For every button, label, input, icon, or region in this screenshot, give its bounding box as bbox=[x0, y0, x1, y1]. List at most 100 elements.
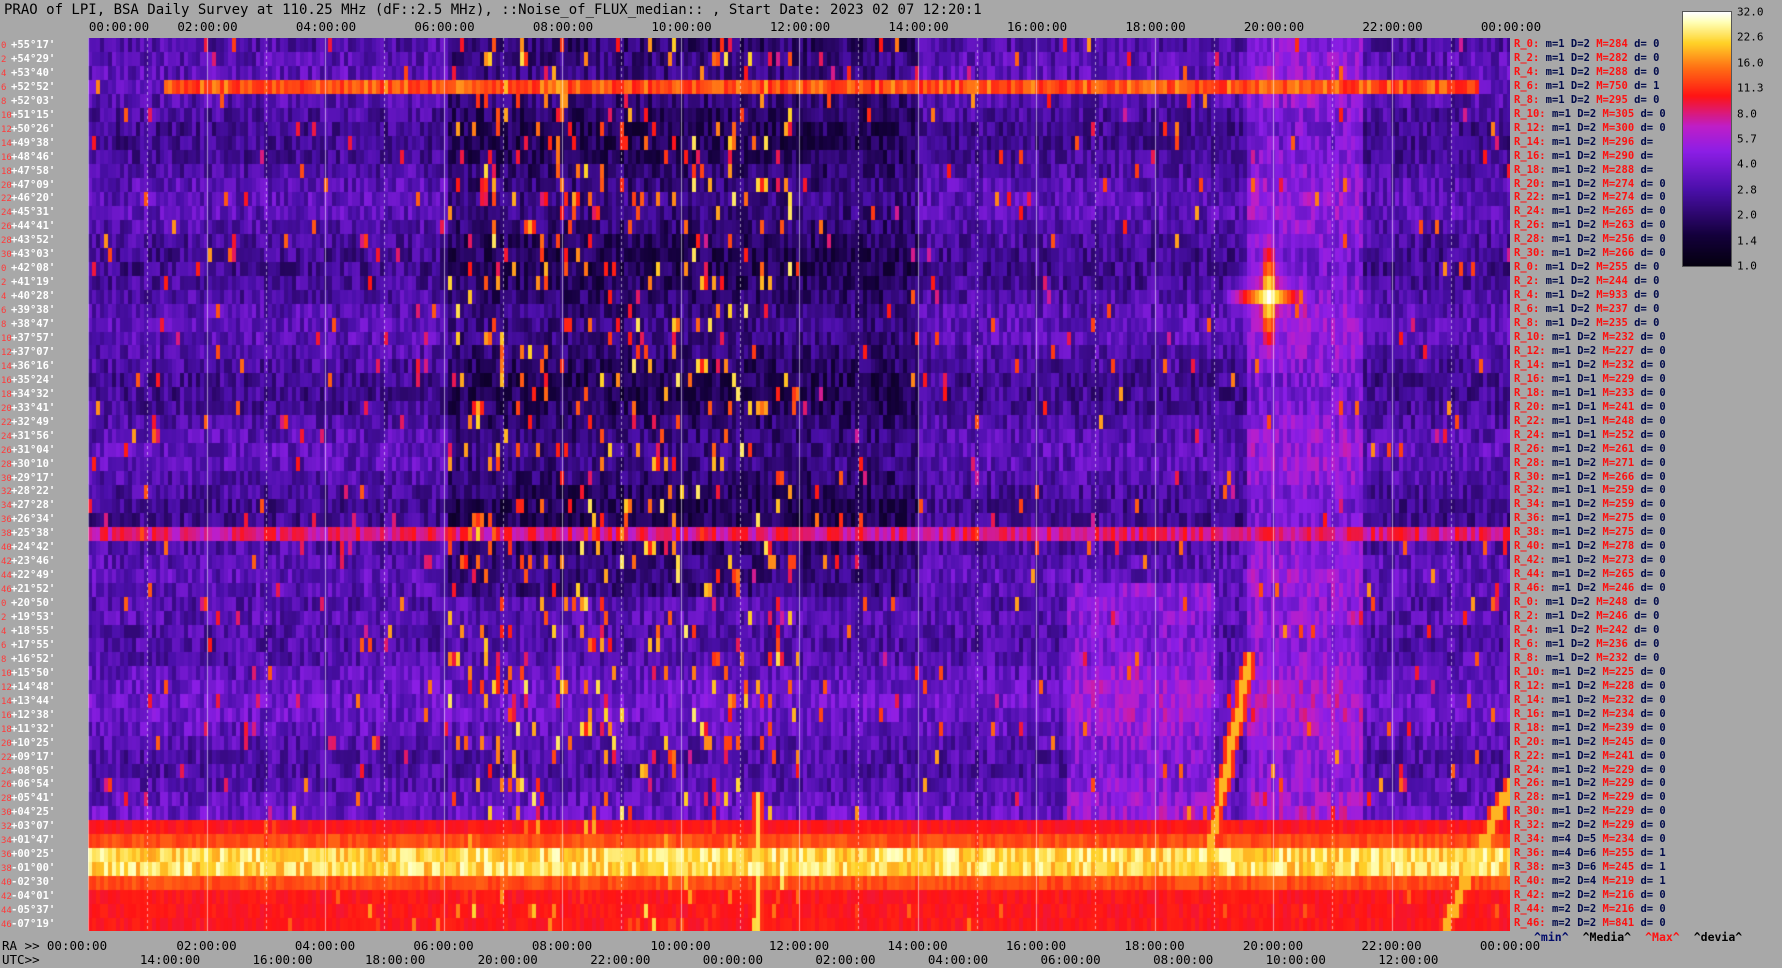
row-stat-part: d= 0 bbox=[1640, 582, 1666, 595]
row-stat-part: M=229 bbox=[1602, 819, 1635, 832]
colorbar-tick-label: 5.7 bbox=[1737, 132, 1757, 146]
row-stat-part: d= 0 bbox=[1634, 275, 1660, 288]
declination-value: -02°30' bbox=[11, 876, 56, 889]
row-stat-part: M=246 bbox=[1602, 582, 1635, 595]
row-stat-part: D=2 bbox=[1570, 303, 1590, 316]
ra-tick-label: 00:00:00 bbox=[46, 938, 108, 953]
row-index: 42 bbox=[1, 892, 12, 903]
row-index: 20 bbox=[1, 180, 12, 191]
declination-value: +38°47' bbox=[11, 318, 56, 331]
row-stat-part: d= 0 bbox=[1640, 805, 1666, 818]
row-stat: R_6: m=1 D=2 M=237 d= 0 bbox=[1514, 303, 1659, 316]
row-stat-part: d= 0 bbox=[1640, 484, 1666, 497]
row-stat: R_38: m=1 D=2 M=275 d= 0 bbox=[1514, 526, 1666, 539]
row-stat-part: M=227 bbox=[1602, 344, 1635, 357]
declination-value: +43°52' bbox=[11, 234, 56, 247]
ra-tick-label: 04:00:00 bbox=[294, 938, 356, 953]
row-stat-part: d= 0 bbox=[1640, 707, 1666, 720]
declination-label: 16+35°24' bbox=[1, 374, 55, 387]
row-index: 26 bbox=[1, 222, 12, 233]
row-stat-part: m=1 bbox=[1545, 637, 1565, 650]
ra-tick-label: 14:00:00 bbox=[887, 938, 948, 953]
row-stat-part: D=2 bbox=[1577, 330, 1597, 343]
colorbar-tick-label: 1.4 bbox=[1737, 234, 1757, 248]
row-stat-part: R_32: bbox=[1514, 484, 1546, 497]
row-stat-part: M=245 bbox=[1602, 861, 1635, 874]
declination-label: 28+05°41' bbox=[1, 792, 55, 805]
row-stat: R_28: m=1 D=2 M=271 d= 0 bbox=[1514, 457, 1666, 470]
legend-item: ^Max^ bbox=[1645, 930, 1680, 944]
row-stat-part: R_6: bbox=[1514, 79, 1540, 92]
declination-label: 40+24°42' bbox=[1, 541, 55, 554]
row-stat-part: D=2 bbox=[1577, 247, 1597, 260]
row-stat-part: R_2: bbox=[1514, 51, 1540, 64]
row-stat-part: d= 0 bbox=[1640, 247, 1666, 260]
row-stat-part: D=2 bbox=[1577, 735, 1597, 748]
declination-value: +22°49' bbox=[11, 569, 56, 582]
row-stat-part: m=1 bbox=[1551, 763, 1571, 776]
row-stat-part: m=1 bbox=[1551, 721, 1571, 734]
row-stat-part: M=244 bbox=[1596, 275, 1628, 288]
row-stat-part: m=2 bbox=[1551, 819, 1571, 832]
row-stat-part: m=1 bbox=[1545, 624, 1565, 636]
row-stat: R_34: m=4 D=5 M=234 d= 0 bbox=[1514, 833, 1666, 846]
declination-label: 0 +42°08' bbox=[1, 262, 55, 275]
utc-prefix: UTC>> bbox=[2, 952, 40, 967]
declination-label: 2 +19°53' bbox=[1, 611, 55, 624]
row-stat: R_10: m=1 D=2 M=225 d= 0 bbox=[1514, 666, 1666, 679]
row-stat: R_30: m=1 D=2 M=229 d= 0 bbox=[1514, 805, 1666, 818]
row-stat: R_46: m=2 D=2 M=841 d= 0 bbox=[1514, 917, 1666, 930]
declination-label: 20+10°25' bbox=[1, 737, 55, 750]
row-stat-part: M=248 bbox=[1596, 596, 1628, 609]
row-stat-part: m=1 bbox=[1545, 37, 1565, 50]
row-stat-part: m=1 bbox=[1551, 442, 1571, 455]
row-stat-part: R_40: bbox=[1514, 540, 1546, 553]
row-index: 18 bbox=[1, 724, 12, 735]
row-stat-part: m=1 bbox=[1551, 512, 1571, 525]
row-stat-part: m=1 bbox=[1545, 303, 1565, 316]
ra-tick-label: 12:00:00 bbox=[768, 938, 830, 953]
row-stat-part: m=2 bbox=[1551, 875, 1571, 888]
declination-value: +13°44' bbox=[11, 694, 56, 707]
row-stat-part: D=2 bbox=[1577, 358, 1597, 371]
declination-value: +42°08' bbox=[11, 262, 56, 275]
row-stat-part: d= 0 bbox=[1640, 330, 1666, 343]
row-stat-part: R_20: bbox=[1514, 177, 1546, 190]
heatmap-plot bbox=[88, 38, 1510, 931]
declination-label: 8 +16°52' bbox=[1, 653, 55, 666]
row-stat-part: m=1 bbox=[1551, 498, 1571, 511]
top-tick-label: 14:00:00 bbox=[888, 19, 949, 34]
row-stat: R_26: m=1 D=2 M=229 d= 0 bbox=[1514, 777, 1666, 790]
declination-value: +55°17' bbox=[11, 38, 56, 51]
row-stat: R_12: m=1 D=2 M=227 d= 0 bbox=[1514, 345, 1666, 358]
declination-value: +33°41' bbox=[11, 401, 56, 414]
ra-tick-label: 16:00:00 bbox=[1005, 938, 1067, 953]
declination-value: +53°40' bbox=[11, 66, 56, 79]
row-stat-part: d= bbox=[1640, 135, 1654, 148]
row-index: 46 bbox=[1, 920, 12, 931]
row-stat-part: D=1 bbox=[1577, 372, 1597, 385]
row-index: 10 bbox=[1, 110, 12, 121]
row-stat-part: R_2: bbox=[1514, 275, 1540, 288]
row-stat: R_4: m=1 D=2 M=242 d= 0 bbox=[1514, 624, 1659, 637]
declination-value: -07°19' bbox=[11, 918, 56, 931]
row-stat-part: m=1 bbox=[1545, 51, 1565, 64]
row-stat-part: d= 0 bbox=[1634, 93, 1660, 106]
top-tick-label: 08:00:00 bbox=[532, 19, 594, 34]
row-stat-part: M=237 bbox=[1596, 303, 1628, 316]
row-stat-part: M=236 bbox=[1596, 637, 1628, 650]
row-stat-part: R_18: bbox=[1514, 721, 1546, 734]
row-stat-part: R_26: bbox=[1514, 777, 1546, 790]
row-stat: R_16: m=1 D=1 M=229 d= 0 bbox=[1514, 373, 1666, 386]
row-index: 16 bbox=[1, 375, 12, 386]
utc-tick-label: 22:00:00 bbox=[590, 952, 651, 967]
row-stat-part: d= bbox=[1640, 163, 1654, 176]
row-stat-part: m=1 bbox=[1545, 261, 1565, 274]
row-stat-part: d= 0 bbox=[1640, 540, 1666, 553]
row-index: 4 bbox=[1, 627, 7, 637]
row-stat-part: m=1 bbox=[1551, 707, 1571, 720]
declination-label: 4 +40°28' bbox=[1, 290, 55, 303]
row-index: 20 bbox=[1, 403, 12, 414]
row-stat-part: R_10: bbox=[1514, 107, 1546, 120]
declination-label: 26+44°41' bbox=[1, 220, 55, 233]
